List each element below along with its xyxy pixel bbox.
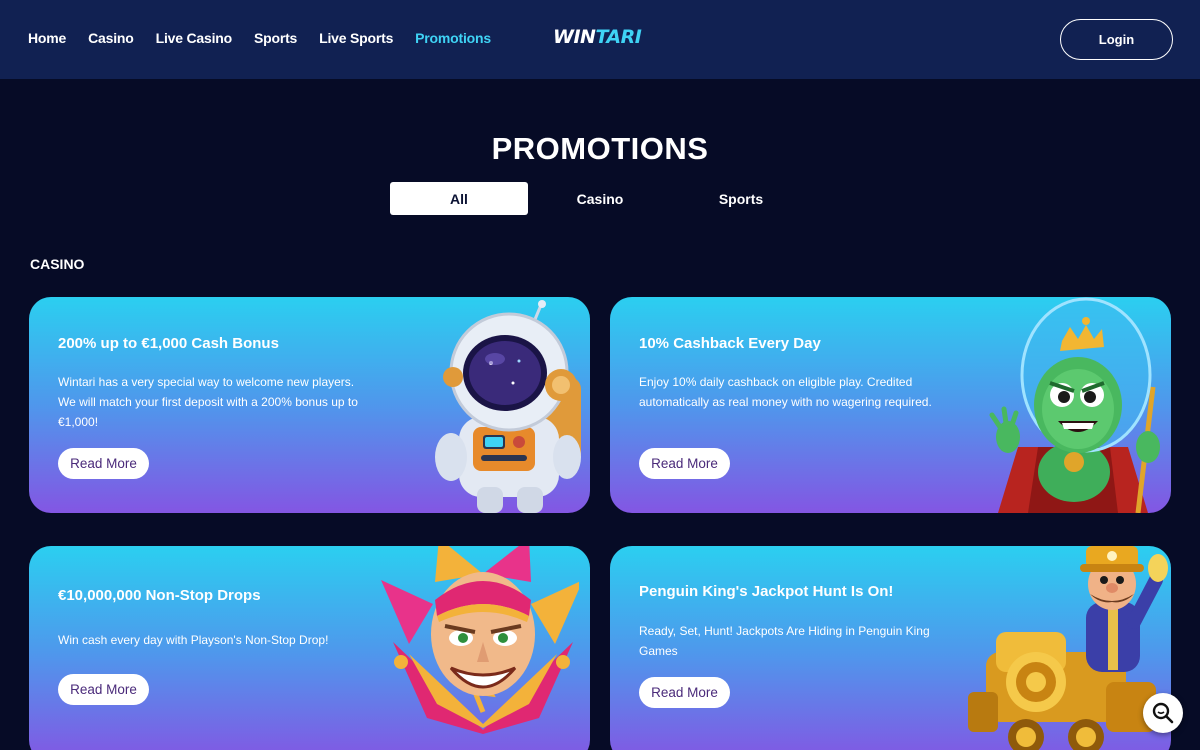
- page-title: PROMOTIONS: [491, 131, 709, 166]
- site-header: Home Casino Live Casino Sports Live Spor…: [0, 0, 1200, 79]
- section-heading-casino: CASINO: [30, 256, 85, 272]
- logo-text-accent: TARI: [595, 26, 642, 48]
- logo-text-primary: WIN: [553, 26, 596, 48]
- promo-card-description: Wintari has a very special way to welcom…: [58, 375, 358, 429]
- promo-filter-tabs: All Casino Sports: [390, 182, 812, 215]
- promo-card-cashback: 10% Cashback Every Day Enjoy 10% daily c…: [610, 297, 1171, 513]
- promo-card-title: 200% up to €1,000 Cash Bonus: [58, 335, 279, 352]
- login-button[interactable]: Login: [1060, 19, 1173, 60]
- promo-card-title: €10,000,000 Non-Stop Drops: [58, 587, 261, 604]
- promo-card-description: Win cash every day with Playson's Non-St…: [58, 633, 329, 647]
- astronaut-illustration: [435, 300, 581, 513]
- nav-live-casino[interactable]: Live Casino: [156, 30, 233, 46]
- search-icon: [1152, 702, 1174, 724]
- promo-card-welcome-bonus: 200% up to €1,000 Cash Bonus Wintari has…: [29, 297, 590, 513]
- tab-sports[interactable]: Sports: [672, 182, 810, 215]
- promo-card-description: Ready, Set, Hunt! Jackpots Are Hiding in…: [639, 624, 930, 658]
- read-more-button[interactable]: Read More: [639, 448, 730, 479]
- nav-sports[interactable]: Sports: [254, 30, 297, 46]
- promo-card-title: Penguin King's Jackpot Hunt Is On!: [639, 583, 894, 600]
- promo-card-non-stop-drops: €10,000,000 Non-Stop Drops Win cash ever…: [29, 546, 590, 750]
- promo-card-title: 10% Cashback Every Day: [639, 335, 821, 352]
- nav-casino[interactable]: Casino: [88, 30, 134, 46]
- jester-illustration: [381, 546, 579, 734]
- conductor-train-illustration: [968, 546, 1168, 750]
- brand-logo[interactable]: WINTARI: [553, 26, 649, 48]
- nav-home[interactable]: Home: [28, 30, 66, 46]
- tab-all[interactable]: All: [390, 182, 528, 215]
- main-nav: Home Casino Live Casino Sports Live Spor…: [28, 30, 513, 46]
- promo-card-penguin-king-jackpot: Penguin King's Jackpot Hunt Is On! Ready…: [610, 546, 1171, 750]
- read-more-button[interactable]: Read More: [639, 677, 730, 708]
- tab-casino[interactable]: Casino: [531, 182, 669, 215]
- alien-king-illustration: [989, 297, 1160, 513]
- read-more-button[interactable]: Read More: [58, 674, 149, 705]
- nav-promotions[interactable]: Promotions: [415, 30, 491, 46]
- promo-card-description: Enjoy 10% daily cashback on eligible pla…: [639, 375, 932, 409]
- zoom-search-button[interactable]: [1143, 693, 1183, 733]
- nav-live-sports[interactable]: Live Sports: [319, 30, 393, 46]
- read-more-button[interactable]: Read More: [58, 448, 149, 479]
